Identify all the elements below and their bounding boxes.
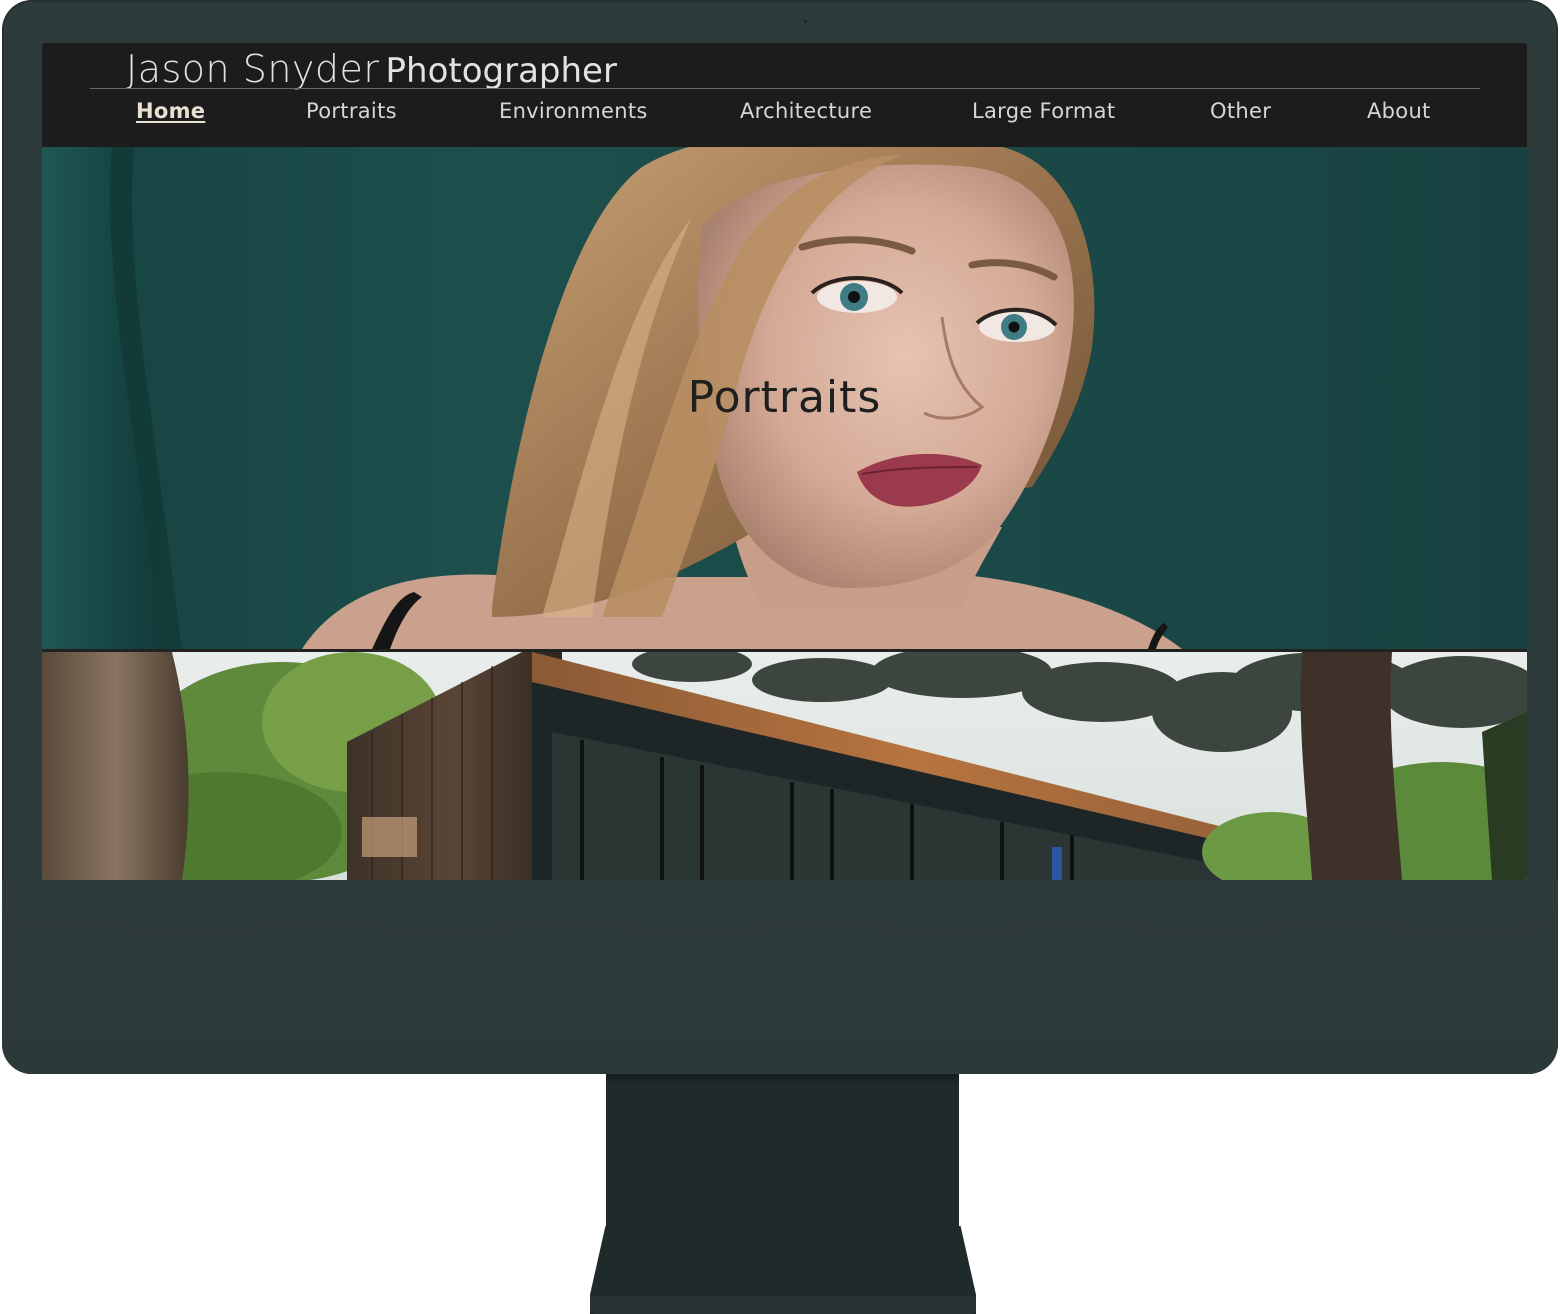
site-title-role: Photographer [385,51,617,91]
webcam-icon [804,20,807,23]
main-nav: Home Portraits Environments Architecture… [42,95,1527,135]
architecture-band-link[interactable] [42,652,1527,880]
hero-overlay-label: Portraits [687,372,882,423]
architecture-photo [42,652,1527,880]
nav-item-about[interactable]: About [1367,99,1431,123]
monitor-frame: Jason Snyder Photographer Home Portraits … [2,0,1558,1074]
nav-item-portraits[interactable]: Portraits [306,99,397,123]
site-title-name: Jason Snyder [126,47,380,91]
hero-portraits-link[interactable]: Portraits [42,147,1527,649]
nav-item-home[interactable]: Home [136,99,205,123]
nav-item-large-format[interactable]: Large Format [972,99,1115,123]
stage: Jason Snyder Photographer Home Portraits … [0,0,1560,1314]
title-divider [90,88,1480,89]
site-title[interactable]: Jason Snyder Photographer [126,47,617,91]
nav-item-environments[interactable]: Environments [499,99,648,123]
monitor-screen: Jason Snyder Photographer Home Portraits … [42,43,1527,880]
nav-item-other[interactable]: Other [1210,99,1271,123]
monitor-chin [2,880,1558,1074]
monitor-stand-shadow [606,1074,959,1084]
site-header: Jason Snyder Photographer Home Portraits … [42,43,1527,147]
monitor-stand-foot-edge [590,1296,976,1314]
nav-item-architecture[interactable]: Architecture [740,99,872,123]
monitor-stand-neck [606,1074,959,1234]
